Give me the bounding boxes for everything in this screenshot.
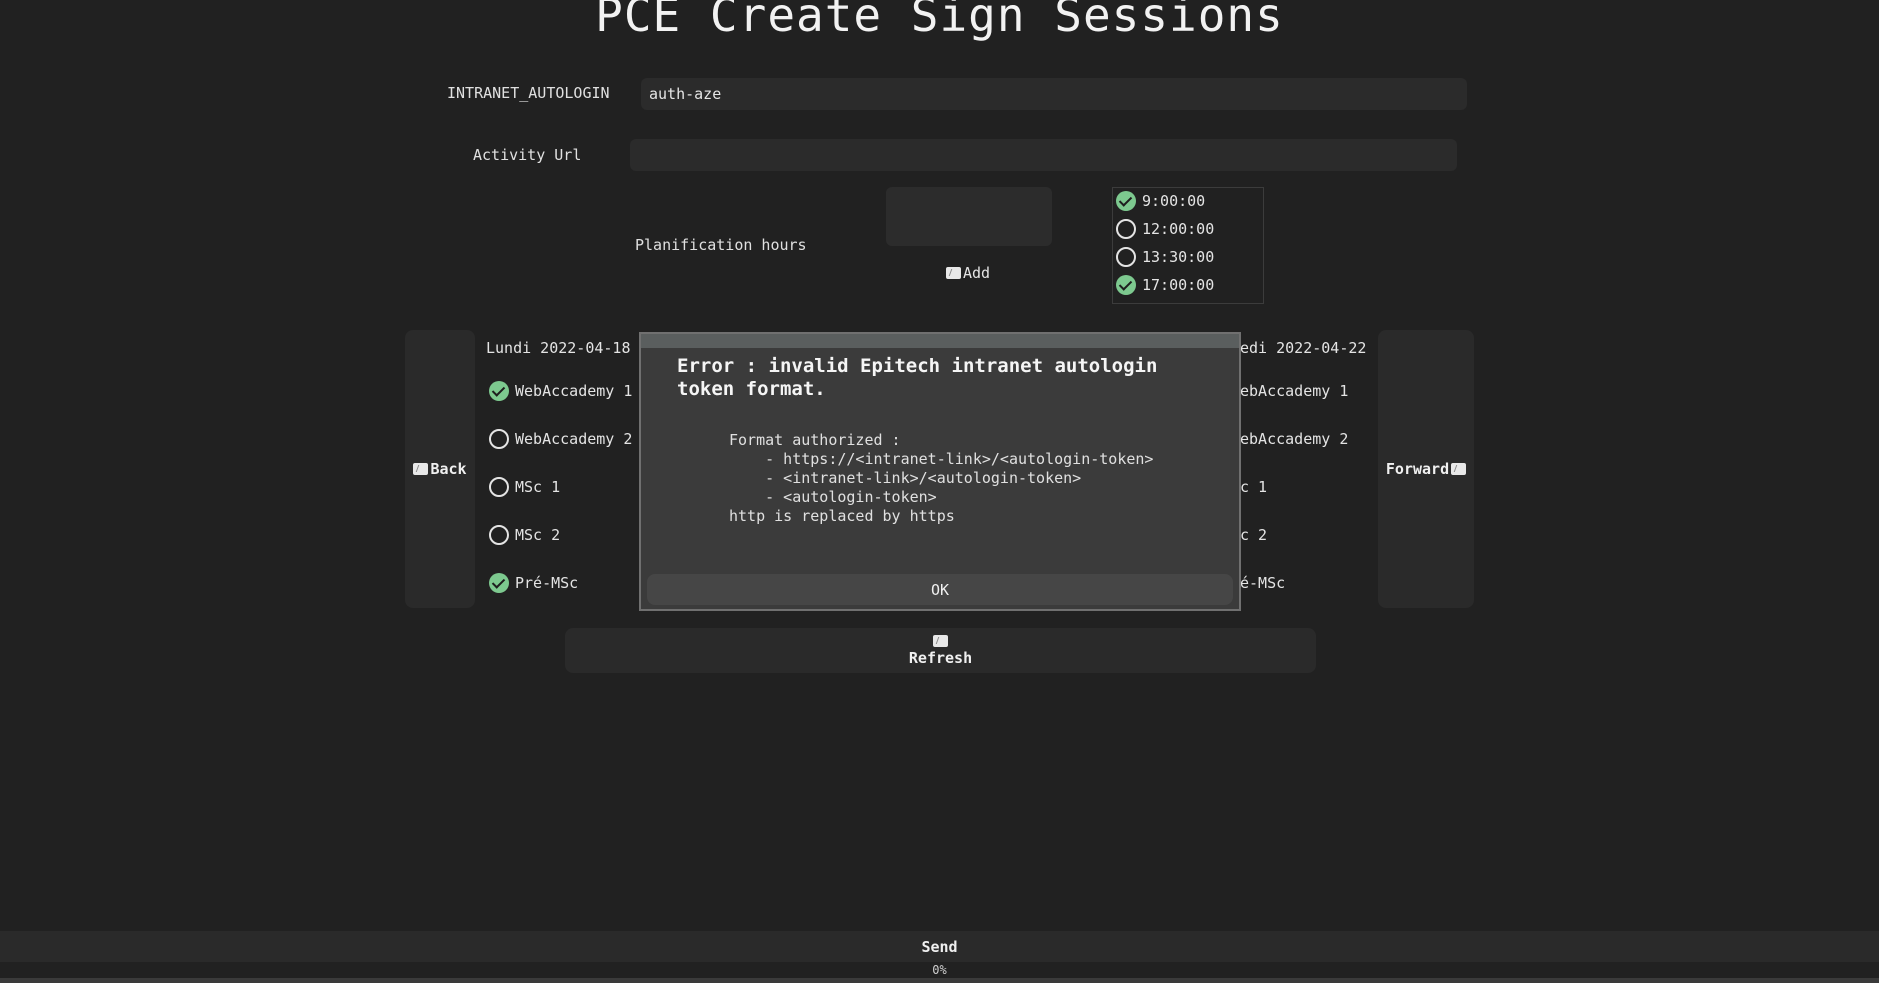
check-circle-icon[interactable] [489, 573, 509, 593]
hour-label: 12:00:00 [1142, 220, 1215, 238]
page-title: PCE Create Sign Sessions [595, 0, 1284, 42]
hour-label: 17:00:00 [1142, 276, 1215, 294]
send-button[interactable]: Send [0, 931, 1879, 962]
progress-bar [0, 978, 1879, 983]
session-label: MSc 1 [515, 478, 561, 496]
check-circle-icon[interactable] [1116, 275, 1136, 295]
image-icon [946, 267, 961, 279]
session-label: Pré-MSc [515, 574, 579, 592]
hour-item[interactable]: 12:00:00 [1116, 217, 1214, 241]
activity-url-input[interactable] [630, 139, 1457, 171]
circle-icon[interactable] [489, 429, 509, 449]
dialog-title: Error : invalid Epitech intranet autolog… [677, 355, 1158, 400]
send-label: Send [921, 937, 958, 956]
add-hour-label: Add [963, 264, 991, 282]
hour-item[interactable]: 17:00:00 [1116, 273, 1214, 297]
activity-url-label: Activity Url [473, 146, 582, 164]
circle-icon[interactable] [489, 525, 509, 545]
circle-icon[interactable] [1116, 247, 1136, 267]
day-title: edi 2022-04-22 [1240, 339, 1367, 357]
image-icon [1451, 463, 1467, 475]
session-label: c 2 [1240, 526, 1268, 544]
refresh-label: Refresh [908, 648, 973, 667]
session-item[interactable]: c 2 [1240, 523, 1267, 547]
hour-label: 9:00:00 [1142, 192, 1206, 210]
session-label: MSc 2 [515, 526, 561, 544]
hour-label: 13:30:00 [1142, 248, 1215, 266]
session-item[interactable]: Pré-MSc [489, 571, 578, 595]
session-item[interactable]: MSc 1 [489, 475, 560, 499]
autologin-input[interactable]: auth-aze [641, 78, 1467, 110]
image-icon [413, 463, 429, 475]
session-label: WebAccademy 2 [515, 430, 633, 448]
ok-button[interactable]: OK [647, 574, 1233, 605]
progress-text: 0% [932, 963, 947, 977]
hours-time-input[interactable] [886, 187, 1052, 246]
session-label: ebAccademy 2 [1240, 430, 1349, 448]
session-item[interactable]: é-MSc [1240, 571, 1285, 595]
forward-button[interactable]: Forward [1378, 330, 1474, 608]
session-label: WebAccademy 1 [515, 382, 633, 400]
check-circle-icon[interactable] [1116, 191, 1136, 211]
refresh-button[interactable]: Refresh [565, 628, 1316, 673]
session-item[interactable]: ebAccademy 1 [1240, 379, 1348, 403]
error-dialog: Error : invalid Epitech intranet autolog… [639, 332, 1241, 611]
autologin-input-value: auth-aze [649, 85, 722, 103]
circle-icon[interactable] [1116, 219, 1136, 239]
session-item[interactable]: ebAccademy 2 [1240, 427, 1348, 451]
day-title: Lundi 2022-04-18 [486, 339, 631, 357]
autologin-label: INTRANET_AUTOLOGIN [447, 84, 610, 102]
add-hour-button[interactable]: Add [946, 264, 990, 282]
check-circle-icon[interactable] [489, 381, 509, 401]
planification-hours-label: Planification hours [635, 236, 807, 254]
day-column-left: Lundi 2022-04-18 WebAccademy 1 WebAccade… [486, 330, 646, 608]
day-column-right: edi 2022-04-22 ebAccademy 1 ebAccademy 2… [1240, 330, 1374, 608]
back-button[interactable]: Back [405, 330, 475, 608]
session-item[interactable]: WebAccademy 2 [489, 427, 632, 451]
session-item[interactable]: c 1 [1240, 475, 1267, 499]
session-label: c 1 [1240, 478, 1268, 496]
ok-label: OK [930, 580, 950, 599]
back-label: Back [430, 460, 467, 478]
hours-list: 9:00:00 12:00:00 13:30:00 17:00:00 [1112, 187, 1264, 304]
dialog-message: Format authorized : - https://<intranet-… [729, 431, 1154, 525]
hour-item[interactable]: 13:30:00 [1116, 245, 1214, 269]
circle-icon[interactable] [489, 477, 509, 497]
session-label: ebAccademy 1 [1240, 382, 1349, 400]
session-item[interactable]: WebAccademy 1 [489, 379, 632, 403]
session-item[interactable]: MSc 2 [489, 523, 560, 547]
image-icon [933, 634, 948, 647]
hour-item[interactable]: 9:00:00 [1116, 189, 1205, 213]
dialog-titlebar[interactable] [641, 334, 1239, 348]
session-label: é-MSc [1240, 574, 1286, 592]
forward-label: Forward [1385, 460, 1450, 478]
